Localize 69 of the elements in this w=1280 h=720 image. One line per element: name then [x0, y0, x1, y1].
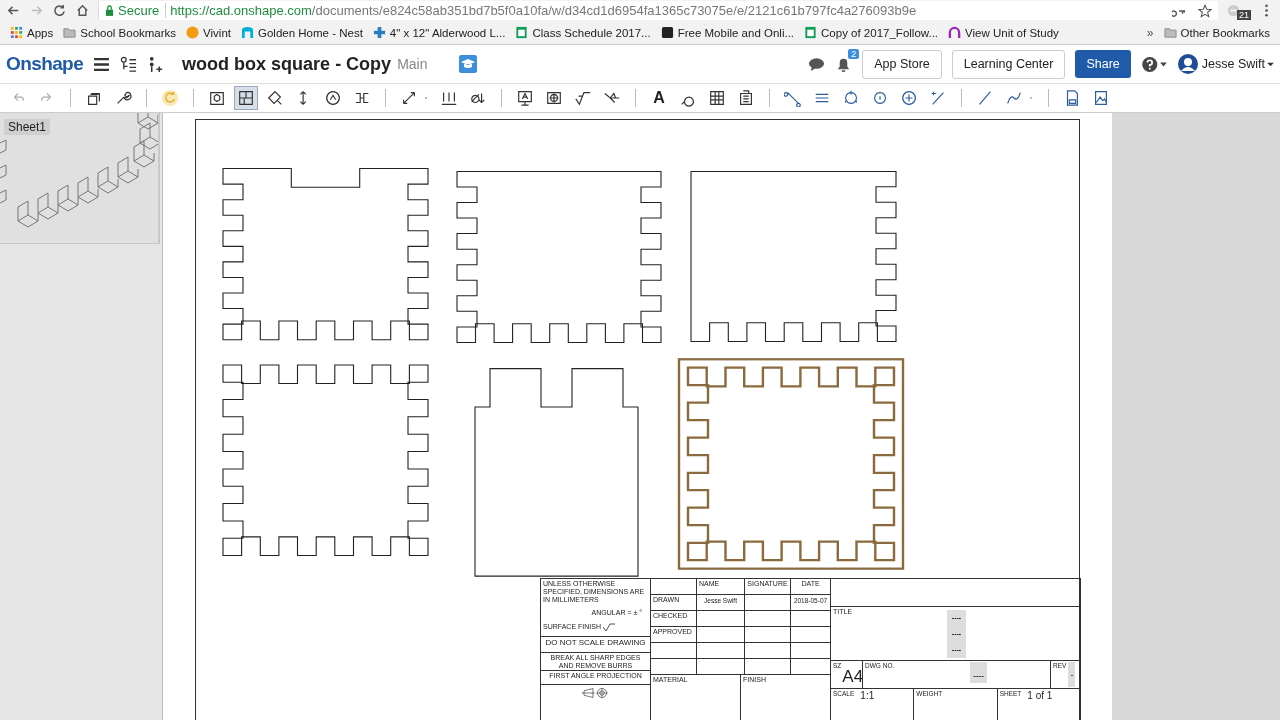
table-cell	[697, 643, 745, 659]
table-cell	[791, 627, 831, 643]
text-tool[interactable]: A	[647, 86, 671, 110]
surface-finish-icon	[602, 623, 615, 632]
sp-favicon-icon	[660, 26, 674, 39]
bookmark[interactable]: 4" x 12" Alderwood L...	[372, 26, 506, 39]
sheet-favicon-icon	[515, 26, 529, 39]
table-cell	[791, 643, 831, 659]
bookmark[interactable]: Class Schedule 2017...	[515, 26, 651, 39]
table-cell	[745, 595, 791, 611]
sheet-number: 1 of 1	[1027, 690, 1053, 702]
lock-icon	[105, 5, 114, 16]
table-cell	[651, 643, 697, 659]
projected-view-icon[interactable]	[234, 86, 258, 110]
bookmark[interactable]: Golden Home - Nest	[241, 26, 363, 39]
projection-symbol-icon	[580, 686, 611, 700]
sheet-thumbnail[interactable]: Sheet1	[0, 113, 160, 244]
bookmark[interactable]: Free Mobile and Onli...	[660, 26, 795, 39]
home-icon[interactable]	[75, 3, 90, 18]
vivint-favicon-icon	[186, 26, 200, 39]
folder-favicon-icon	[63, 26, 77, 39]
sheet-favicon-icon	[804, 26, 818, 39]
onshape-logo[interactable]: Onshape	[6, 53, 84, 75]
table-cell	[745, 611, 791, 627]
sheet-tab[interactable]: Sheet1	[4, 119, 51, 135]
table-cell	[651, 659, 697, 675]
workspace-label[interactable]: Main	[397, 56, 428, 72]
address-bar[interactable]: Secure https://cad.onshape.com/documents/e824c58ab351bd7b5f0a10fa/w/d34cd1d6954fa1365c73075e/e/2121c61b797fc4a276093b9e	[98, 1, 1218, 20]
more-bookmarks[interactable]: »	[1146, 25, 1154, 40]
cross-favicon-icon	[372, 26, 386, 39]
table-cell	[697, 627, 745, 643]
chat-bubble-icon[interactable]	[808, 55, 826, 73]
graduation-cap-icon[interactable]	[459, 55, 478, 73]
table-cell	[745, 643, 791, 659]
title-block-cell: DO NOT SCALE DRAWING	[541, 637, 651, 653]
secure-label: Secure	[118, 3, 167, 18]
bookmark[interactable]: Apps	[10, 26, 54, 39]
star-icon[interactable]	[1198, 3, 1212, 18]
insert-icon[interactable]	[147, 55, 165, 73]
bookmark[interactable]: Vivint	[186, 26, 231, 39]
table-cell	[697, 611, 745, 627]
url-text: https://cad.onshape.com/documents/e824c58ab351bd7b5f0a10fa/w/d34cd1d6954fa1365c73075e/e/2121c61b797fc4a276093b9e	[170, 3, 918, 18]
menu-icon[interactable]	[93, 55, 111, 73]
extension-badge[interactable]: 21	[1237, 9, 1251, 20]
nest-favicon-icon	[241, 26, 254, 39]
table-cell	[745, 627, 791, 643]
scale-value: 1:1	[860, 690, 875, 702]
revision: -	[1068, 662, 1076, 687]
header-button[interactable]: Learning Center	[951, 49, 1066, 79]
other-bookmarks[interactable]: Other Bookmarks	[1163, 26, 1270, 39]
share-button[interactable]: Share	[1075, 50, 1131, 78]
user-menu[interactable]: Jesse Swift	[1201, 57, 1265, 71]
drawing-number: ----	[970, 662, 987, 684]
bookmark[interactable]: Copy of 2017_Follow...	[804, 26, 939, 39]
table-cell	[791, 611, 831, 627]
feature-list-icon[interactable]	[120, 55, 138, 73]
folder-icon	[1163, 26, 1177, 39]
header-button[interactable]: App Store	[862, 49, 942, 79]
bookmark[interactable]: View Unit of Study	[948, 26, 1059, 39]
avatar-icon[interactable]	[1177, 54, 1198, 74]
help-icon[interactable]	[1140, 55, 1168, 73]
table-cell	[697, 659, 745, 675]
reload-icon[interactable]	[52, 3, 67, 18]
table-cell	[745, 659, 791, 675]
notification-badge: 2	[848, 48, 860, 59]
apps-favicon-icon	[10, 26, 23, 39]
document-title[interactable]: wood box square - Copy	[182, 53, 392, 75]
rainbow-favicon-icon	[948, 26, 962, 39]
bookmark[interactable]: School Bookmarks	[63, 26, 177, 39]
